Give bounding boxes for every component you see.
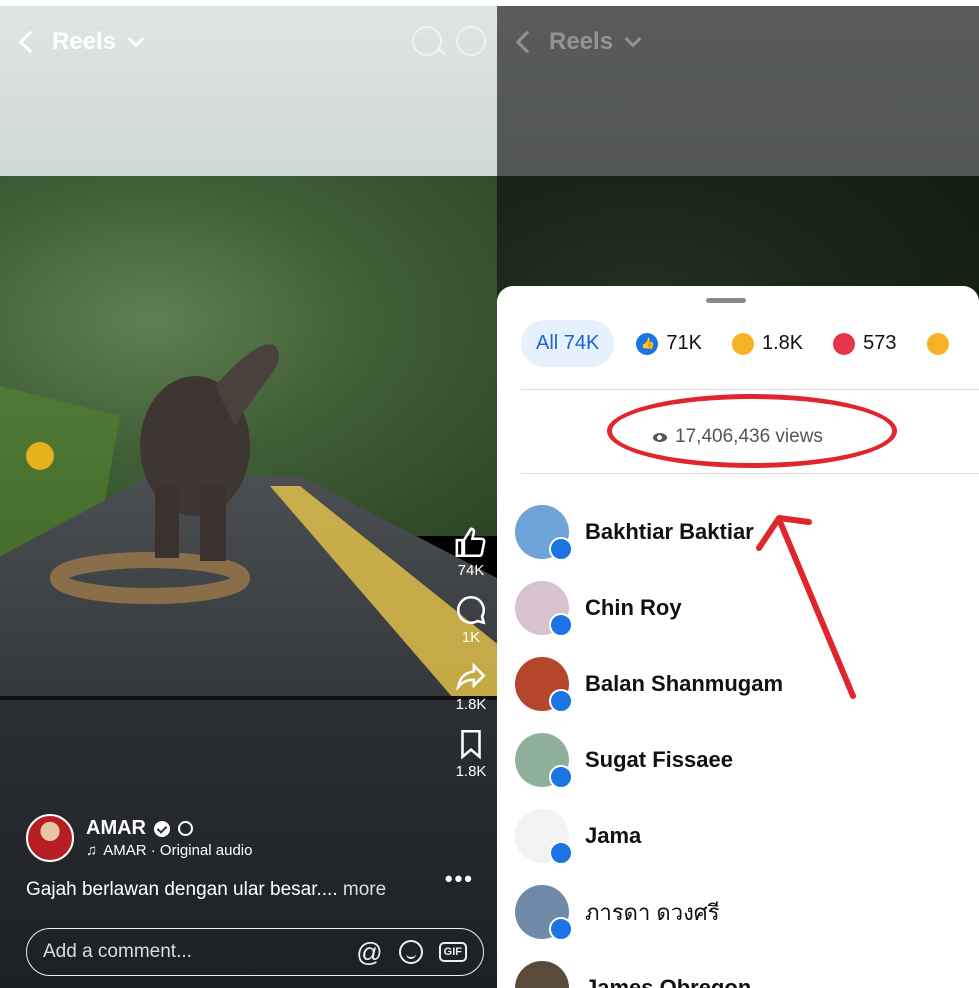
share-arrow-icon	[456, 662, 486, 692]
like-count: 74K	[457, 562, 485, 579]
audio-row[interactable]: ♫ AMAR · Original audio	[86, 842, 252, 859]
comment-input[interactable]: Add a comment... @ GIF	[26, 928, 484, 976]
audio-label: AMAR · Original audio	[103, 842, 253, 859]
reels-header-dimmed: Reels	[515, 28, 642, 56]
annotation-arrow	[756, 515, 856, 699]
comment-placeholder: Add a comment...	[43, 941, 192, 962]
elephant-and-snake-scene	[26, 344, 500, 706]
comment-count: 1K	[461, 629, 481, 646]
reactions-sheet: All 74K 71K 1.8K 573 17,406,436 views	[497, 286, 979, 988]
reels-header: Reels	[18, 28, 145, 56]
search-icon[interactable]	[412, 26, 442, 56]
profile-icon[interactable]	[456, 26, 486, 56]
globe-icon	[178, 821, 193, 836]
share-button[interactable]: 1.8K	[454, 660, 488, 713]
save-button[interactable]: 1.8K	[454, 727, 488, 780]
back-arrow-icon	[515, 30, 539, 54]
reel-video-panel[interactable]: Reels 74K 1K 1.8K 1.8K ••• AMAR ♫ AMAR ·…	[0, 6, 500, 988]
reactions-panel: Reels All 74K 71K 1.8K 573 1	[497, 6, 979, 988]
reel-actions: 74K 1K 1.8K 1.8K	[454, 526, 488, 780]
page-title: Reels	[52, 28, 117, 55]
mention-icon[interactable]: @	[356, 937, 382, 968]
thumbs-up-icon	[455, 527, 486, 558]
gif-icon[interactable]: GIF	[438, 942, 467, 962]
back-arrow-icon[interactable]	[18, 30, 42, 54]
comment-bubble-icon	[457, 595, 486, 625]
chevron-down-icon	[624, 30, 642, 48]
page-title-dimmed: Reels	[549, 28, 614, 55]
music-note-icon: ♫	[86, 842, 98, 859]
author-name[interactable]: AMAR	[86, 817, 146, 840]
save-count: 1.8K	[455, 763, 487, 780]
caption-text: Gajah berlawan dengan ular besar....	[26, 879, 343, 900]
like-button[interactable]: 74K	[454, 526, 488, 579]
bookmark-icon	[461, 729, 481, 760]
chevron-down-icon[interactable]	[127, 30, 145, 48]
avatar[interactable]	[26, 814, 74, 862]
comment-button[interactable]: 1K	[454, 593, 488, 646]
caption[interactable]: Gajah berlawan dengan ular besar.... mor…	[26, 879, 386, 901]
verified-badge-icon	[154, 820, 170, 837]
more-options-icon[interactable]: •••	[445, 866, 474, 892]
emoji-icon[interactable]	[398, 940, 423, 964]
author-row[interactable]: AMAR ♫ AMAR · Original audio	[26, 814, 252, 862]
caption-more-link[interactable]: more	[343, 879, 386, 900]
share-count: 1.8K	[455, 696, 487, 713]
